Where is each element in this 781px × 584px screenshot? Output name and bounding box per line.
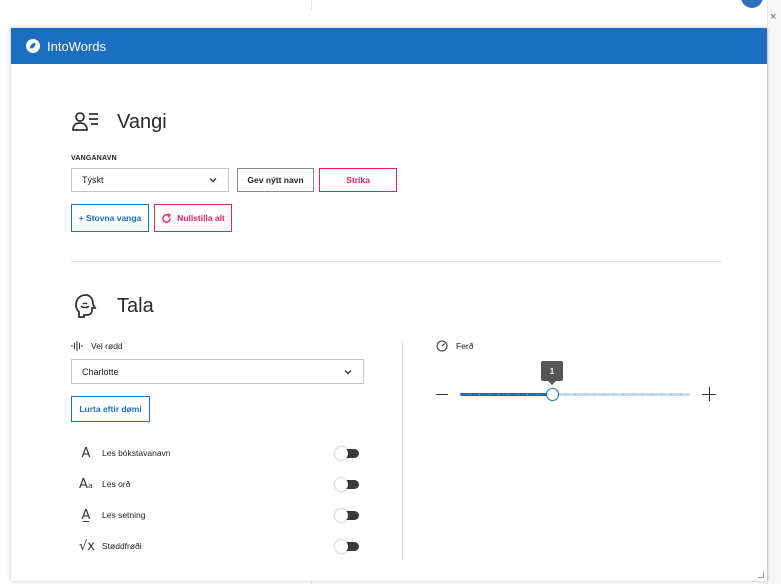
slider-tick — [489, 394, 490, 395]
letter-a-icon: A — [81, 445, 91, 461]
intowords-logo-icon — [25, 38, 41, 54]
speech-toggle-label: Les orð — [102, 479, 131, 489]
profile-name-label: VANGANAVN — [71, 155, 117, 162]
chevron-down-icon — [344, 370, 352, 375]
waveform-icon — [71, 340, 83, 352]
profile-section-header: Vangi — [71, 107, 167, 137]
increase-speed-button[interactable] — [702, 387, 716, 401]
resize-handle[interactable] — [758, 572, 764, 578]
speech-toggle-label: Les bókstavanavn — [102, 448, 171, 458]
speech-toggle-switch[interactable] — [335, 540, 359, 553]
app-title: IntoWords — [47, 38, 107, 54]
switch-knob — [335, 447, 348, 460]
slider-tick — [680, 394, 681, 395]
speech-head-icon — [71, 291, 101, 321]
slider-tick — [613, 394, 614, 395]
chevron-down-icon — [209, 178, 217, 183]
slider-tick — [594, 394, 595, 395]
switch-knob — [335, 478, 348, 491]
corner-accent — [741, 0, 763, 10]
speech-toggle-label: Les setning — [102, 510, 146, 520]
speech-toggle-switch[interactable] — [335, 509, 359, 522]
decrease-speed-button[interactable] — [436, 394, 448, 395]
speech-toggle-row: A̲ Les setning — [79, 506, 359, 524]
voice-label: Vel rødd — [71, 340, 123, 352]
speedometer-icon — [436, 340, 448, 352]
slider-tick — [479, 394, 480, 395]
speech-section-header: Tala — [71, 291, 154, 321]
speech-toggle-label: Støddfrøði — [102, 541, 142, 551]
speech-toggle-switch[interactable] — [335, 447, 359, 460]
slider-tick — [604, 394, 605, 395]
app-header: IntoWords — [11, 28, 767, 64]
rename-profile-button[interactable]: Gev nýtt navn — [237, 168, 314, 192]
refresh-icon — [161, 212, 172, 224]
slider-tick — [508, 394, 509, 395]
slider-tick — [661, 394, 662, 395]
speed-slider-thumb[interactable] — [546, 388, 559, 401]
slider-tick — [498, 394, 499, 395]
slider-tick — [470, 394, 471, 395]
slider-tick — [518, 394, 519, 395]
slider-tick — [633, 394, 634, 395]
slider-tick — [585, 394, 586, 395]
speed-slider-track[interactable]: 1 — [460, 361, 690, 401]
settings-dialog: IntoWords Vangi VANGANAVN Týskt Gev nýtt… — [11, 28, 767, 581]
create-profile-label: + Stovna vanga — [78, 213, 142, 223]
background-divider — [311, 0, 312, 10]
profile-select-value: Týskt — [82, 175, 104, 185]
slider-tick — [652, 394, 653, 395]
voice-label-text: Vel rødd — [91, 341, 123, 351]
reset-all-label: Nullstilla alt — [177, 213, 225, 223]
speech-toggle-row: Aₐ Les orð — [79, 475, 359, 493]
speech-heading: Tala — [117, 294, 154, 317]
speech-toggle-row: √x Støddfrøði — [79, 537, 359, 555]
speed-label-text: Ferð — [456, 341, 474, 351]
rename-profile-label: Gev nýtt navn — [247, 175, 304, 185]
profile-heading: Vangi — [117, 110, 167, 133]
delete-profile-label: Strika — [346, 175, 370, 185]
section-divider — [71, 261, 722, 262]
switch-knob — [335, 509, 348, 522]
delete-profile-button[interactable]: Strika — [319, 168, 397, 192]
background-scrollbar — [767, 0, 781, 584]
speed-slider-fill — [460, 393, 552, 396]
create-profile-button[interactable]: + Stovna vanga — [71, 204, 149, 232]
sqrt-icon: √x — [79, 538, 95, 554]
switch-knob — [335, 540, 348, 553]
play-sample-label: Lurta eftir dømi — [79, 404, 142, 414]
slider-tick — [671, 394, 672, 395]
column-divider — [402, 340, 403, 560]
reset-all-button[interactable]: Nullstilla alt — [154, 204, 232, 232]
letter-aa-icon: Aₐ — [79, 476, 93, 492]
slider-tick — [537, 394, 538, 395]
slider-tick — [642, 394, 643, 395]
profile-select[interactable]: Týskt — [71, 168, 229, 192]
close-icon[interactable]: × — [770, 10, 776, 24]
speech-toggle-row: A Les bókstavanavn — [79, 444, 359, 462]
slider-tick — [527, 394, 528, 395]
profile-list-icon — [71, 107, 101, 137]
sentence-icon: A̲ — [81, 507, 91, 523]
speech-toggle-switch[interactable] — [335, 478, 359, 491]
play-sample-button[interactable]: Lurta eftir dømi — [71, 396, 150, 422]
slider-tick — [575, 394, 576, 395]
voice-select-value: Charlotte — [82, 366, 119, 377]
speed-slider: 1 — [436, 360, 716, 430]
voice-select[interactable]: Charlotte — [71, 359, 364, 384]
slider-tick — [565, 394, 566, 395]
slider-tick — [623, 394, 624, 395]
speed-value-bubble: 1 — [541, 361, 563, 385]
speed-label: Ferð — [436, 340, 473, 352]
